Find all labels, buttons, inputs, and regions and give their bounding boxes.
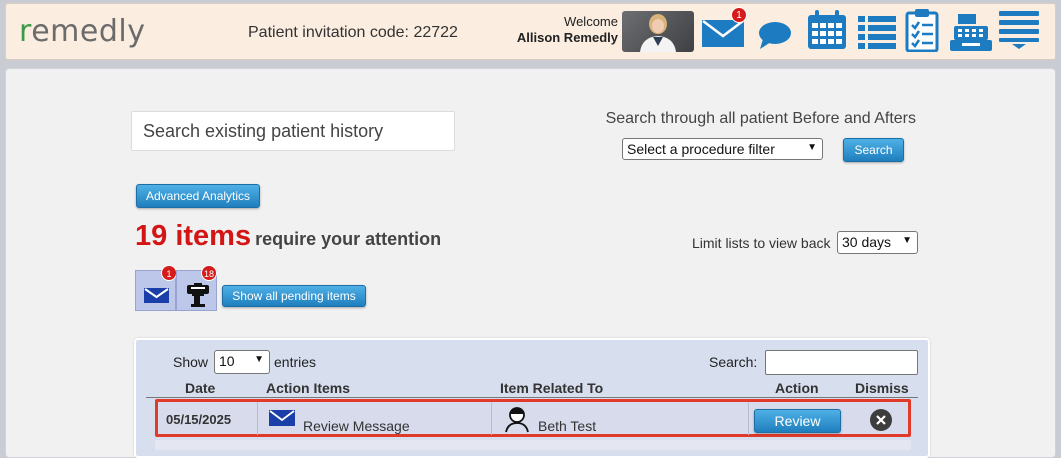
dismiss-icon[interactable] (869, 408, 893, 432)
procedure-filter-value: Select a procedure filter (627, 141, 775, 157)
welcome-label: Welcome (564, 14, 618, 29)
search-button[interactable]: Search (843, 138, 904, 162)
top-header: remedly Patient invitation code: 22722 W… (5, 3, 1056, 60)
attention-count: 19 items (135, 220, 252, 252)
row-action-cell: Review Message (258, 402, 492, 435)
pending-tasks-badge: 18 (201, 265, 217, 281)
row-date: 05/15/2025 (166, 412, 232, 427)
limit-lists-label: Limit lists to view back (692, 235, 831, 251)
column-header-dismiss[interactable]: Dismiss (855, 380, 909, 396)
column-header-action-items[interactable]: Action Items (266, 380, 350, 396)
limit-days-select[interactable]: 30 days ▼ (837, 231, 918, 254)
row-related-name: Beth Test (538, 418, 597, 434)
attention-heading: 19 items require your attention (135, 220, 441, 253)
entries-select[interactable]: 10 ▼ (214, 350, 270, 374)
calendar-icon[interactable] (806, 9, 848, 51)
messages-badge: 1 (731, 7, 747, 23)
entries-label: entries (274, 354, 317, 370)
row-date-cell: 05/15/2025 (158, 402, 258, 435)
logo-text: emedly (31, 14, 146, 49)
row-related-cell: Beth Test (492, 402, 749, 435)
avatar[interactable] (622, 11, 694, 52)
chevron-down-icon: ▼ (902, 235, 912, 246)
patient-history-search-input[interactable]: Search existing patient history (131, 111, 455, 151)
pending-messages-badge: 1 (161, 265, 177, 281)
limit-days-value: 30 days (842, 234, 892, 250)
mail-icon (269, 410, 295, 426)
advanced-analytics-button[interactable]: Advanced Analytics (136, 184, 260, 208)
user-name: Allison Remedly (516, 30, 618, 45)
show-all-pending-button[interactable]: Show all pending items (222, 285, 366, 307)
app-logo[interactable]: remedly (19, 14, 145, 49)
column-header-action[interactable]: Action (775, 380, 819, 396)
chevron-down-icon: ▼ (254, 354, 264, 365)
chat-icon[interactable] (757, 20, 793, 50)
table-search-label: Search: (709, 354, 758, 370)
header-divider (146, 397, 918, 398)
invitation-code: Patient invitation code: 22722 (248, 24, 458, 41)
menu-icon[interactable] (998, 10, 1040, 50)
clipboard-icon[interactable] (905, 8, 939, 52)
patient-icon (505, 407, 529, 433)
show-entries-label: Show (173, 354, 208, 370)
table-row[interactable] (155, 440, 911, 450)
row-action-text: Review Message (303, 418, 410, 434)
list-icon[interactable] (857, 13, 897, 51)
table-search-input[interactable] (765, 350, 918, 375)
procedure-filter-select[interactable]: Select a procedure filter ▼ (622, 138, 823, 160)
welcome-block: Welcome Allison Remedly (506, 14, 618, 46)
register-icon[interactable] (948, 12, 994, 52)
before-afters-label: Search through all patient Before and Af… (605, 110, 916, 127)
review-button[interactable]: Review (754, 409, 841, 433)
column-header-related-to[interactable]: Item Related To (500, 380, 603, 396)
column-header-date[interactable]: Date (185, 380, 215, 396)
entries-value: 10 (219, 353, 235, 369)
show-label: Show (173, 354, 209, 370)
chevron-down-icon: ▼ (807, 142, 817, 153)
attention-text: require your attention (255, 229, 442, 249)
